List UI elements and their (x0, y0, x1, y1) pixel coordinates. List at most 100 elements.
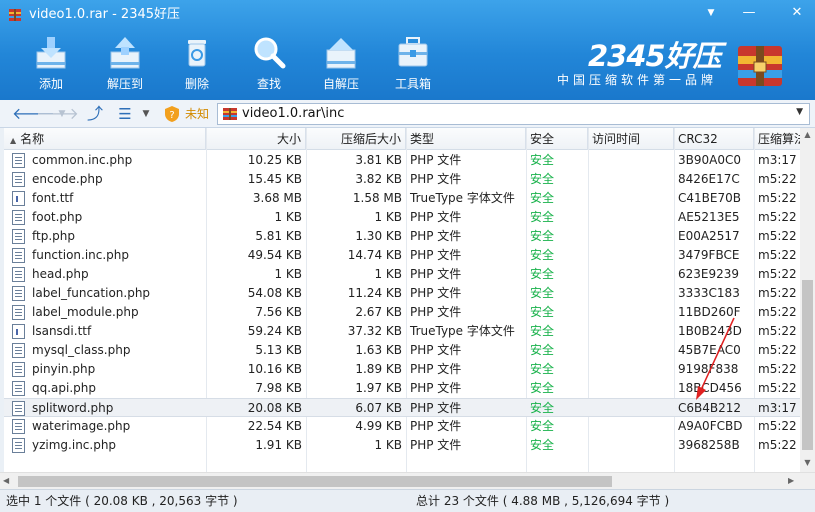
cell-name: yzimg.inc.php (32, 438, 117, 452)
minimize-button[interactable]: — (738, 4, 760, 22)
cell-packed: 11.24 KB (347, 286, 402, 300)
cell-name: lsansdi.ttf (32, 324, 92, 338)
cell-accessed (588, 284, 674, 303)
scroll-down-icon[interactable]: ▼ (800, 458, 815, 467)
extract-to-button[interactable]: 解压到 (94, 30, 156, 96)
cell-size: 10.25 KB (247, 153, 302, 167)
column-name-label: 名称 (20, 132, 45, 146)
cell-packed: 1 KB (374, 210, 402, 224)
cell-type: PHP 文件 (410, 419, 462, 433)
view-dropdown-icon[interactable]: ▼ (140, 104, 152, 124)
horizontal-scroll-thumb[interactable] (18, 476, 612, 487)
horizontal-scrollbar[interactable]: ◀ ▶ (0, 472, 815, 489)
cell-type: PHP 文件 (410, 229, 462, 243)
column-crc32[interactable]: CRC32 (674, 128, 754, 150)
column-method[interactable]: 压缩算法 (754, 128, 800, 150)
archive-app-icon (9, 9, 21, 21)
find-button[interactable]: 查找 (238, 30, 300, 96)
cell-method: m5:22 (758, 362, 797, 376)
cell-accessed (588, 436, 674, 455)
cell-safety: 安全 (530, 286, 555, 300)
file-row[interactable]: common.inc.php 10.25 KB 3.81 KB PHP 文件 安全 3B9… (4, 151, 800, 170)
cell-accessed (588, 265, 674, 284)
shield-icon[interactable]: ? (164, 105, 180, 123)
cell-packed: 3.81 KB (355, 153, 402, 167)
cell-accessed (588, 208, 674, 227)
up-folder-icon[interactable]: ⤴ (84, 104, 106, 124)
path-field[interactable]: video1.0.rar\inc ▼ (217, 103, 810, 125)
cell-safety: 安全 (530, 362, 555, 376)
total-summary: 总计 23 个文件 ( 4.88 MB , 5,126,694 字节 ) (416, 494, 670, 508)
cell-packed: 4.99 KB (355, 419, 402, 433)
cell-size: 15.45 KB (247, 172, 302, 186)
file-row[interactable]: lsansdi.ttf 59.24 KB 37.32 KB TrueType 字体文件… (4, 322, 800, 341)
add-button[interactable]: 添加 (20, 30, 82, 96)
toolbar-band: video1.0.rar - 2345好压 ▼ — ✕ 添加 解压到 删除 查找… (0, 0, 815, 100)
file-row[interactable]: ftp.php 5.81 KB 1.30 KB PHP 文件 安全 E00A2517 m5:… (4, 227, 800, 246)
cell-crc: 3968258B (678, 438, 740, 452)
self-extract-button[interactable]: 自解压 (310, 30, 372, 96)
vertical-scroll-thumb[interactable] (802, 280, 813, 450)
security-status-label[interactable]: 未知 (185, 106, 209, 122)
cell-name: function.inc.php (32, 248, 130, 262)
file-row[interactable]: pinyin.php 10.16 KB 1.89 KB PHP 文件 安全 9198F83… (4, 360, 800, 379)
file-row[interactable]: splitword.php 20.08 KB 6.07 KB PHP 文件 安全 C6B4… (4, 398, 800, 417)
extract-to-label: 解压到 (106, 77, 143, 91)
cell-name: qq.api.php (32, 381, 97, 395)
delete-button[interactable]: 删除 (166, 30, 228, 96)
cell-type: PHP 文件 (410, 362, 462, 376)
file-row[interactable]: mysql_class.php 5.13 KB 1.63 KB PHP 文件 安全 45B… (4, 341, 800, 360)
column-accessed[interactable]: 访问时间 (588, 128, 674, 150)
cell-size: 22.54 KB (247, 419, 302, 433)
file-row[interactable]: label_module.php 7.56 KB 2.67 KB PHP 文件 安全 11… (4, 303, 800, 322)
cell-name: font.ttf (32, 191, 74, 205)
vertical-scrollbar[interactable]: ▲ ▼ (800, 128, 815, 472)
scroll-right-icon[interactable]: ▶ (788, 476, 794, 485)
window-menu-button[interactable]: ▼ (700, 4, 722, 22)
cell-accessed (588, 246, 674, 265)
scroll-up-icon[interactable]: ▲ (800, 130, 815, 139)
file-row[interactable]: waterimage.php 22.54 KB 4.99 KB PHP 文件 安全 A9A… (4, 417, 800, 436)
cell-accessed (588, 341, 674, 360)
file-row[interactable]: function.inc.php 49.54 KB 14.74 KB PHP 文件 安全… (4, 246, 800, 265)
cell-packed: 1.89 KB (355, 362, 402, 376)
cell-crc: A9A0FCBD (678, 419, 743, 433)
path-dropdown-icon[interactable]: ▼ (796, 107, 803, 117)
view-mode-icon[interactable]: ☰ (114, 104, 136, 124)
cell-packed: 6.07 KB (355, 401, 402, 415)
cell-size: 5.81 KB (255, 229, 302, 243)
cell-packed: 1 KB (374, 267, 402, 281)
archive-file-icon (223, 108, 237, 120)
column-packed-size[interactable]: 压缩后大小 (306, 128, 406, 150)
back-arrow-icon[interactable]: 🡐 (12, 104, 55, 124)
cell-size: 20.08 KB (247, 401, 302, 415)
file-row[interactable]: yzimg.inc.php 1.91 KB 1 KB PHP 文件 安全 3968258B… (4, 436, 800, 455)
file-row[interactable]: head.php 1 KB 1 KB PHP 文件 安全 623E9239 m5:22 (4, 265, 800, 284)
cell-type: PHP 文件 (410, 172, 462, 186)
selection-summary: 选中 1 个文件 ( 20.08 KB , 20,563 字节 ) (6, 494, 238, 508)
forward-arrow-icon[interactable]: 🡒 (36, 104, 79, 124)
history-dropdown-icon[interactable]: ▼ (56, 104, 68, 124)
file-row[interactable]: label_funcation.php 54.08 KB 11.24 KB PHP 文… (4, 284, 800, 303)
cell-size: 1 KB (274, 267, 302, 281)
file-row[interactable]: encode.php 15.45 KB 3.82 KB PHP 文件 安全 8426E17… (4, 170, 800, 189)
file-row[interactable]: font.ttf 3.68 MB 1.58 MB TrueType 字体文件 安全 C41… (4, 189, 800, 208)
cell-method: m5:22 (758, 324, 797, 338)
cell-accessed (588, 170, 674, 189)
annotation-arrow-icon (696, 317, 735, 400)
close-button[interactable]: ✕ (786, 4, 808, 22)
cell-packed: 1.58 MB (352, 191, 402, 205)
column-safety[interactable]: 安全 (526, 128, 588, 150)
cell-accessed (588, 379, 674, 398)
column-name[interactable]: ▲ 名称 (4, 128, 206, 150)
file-row[interactable]: qq.api.php 7.98 KB 1.97 KB PHP 文件 安全 18BCD456… (4, 379, 800, 398)
path-text: video1.0.rar\inc (242, 106, 345, 121)
scroll-left-icon[interactable]: ◀ (3, 476, 9, 485)
column-type[interactable]: 类型 (406, 128, 526, 150)
cell-method: m5:22 (758, 267, 797, 281)
cell-packed: 1 KB (374, 438, 402, 452)
column-size[interactable]: 大小 (206, 128, 306, 150)
file-row[interactable]: foot.php 1 KB 1 KB PHP 文件 安全 AE5213E5 m5:22 (4, 208, 800, 227)
cell-name: head.php (32, 267, 89, 281)
toolbox-button[interactable]: 工具箱 (382, 30, 444, 96)
